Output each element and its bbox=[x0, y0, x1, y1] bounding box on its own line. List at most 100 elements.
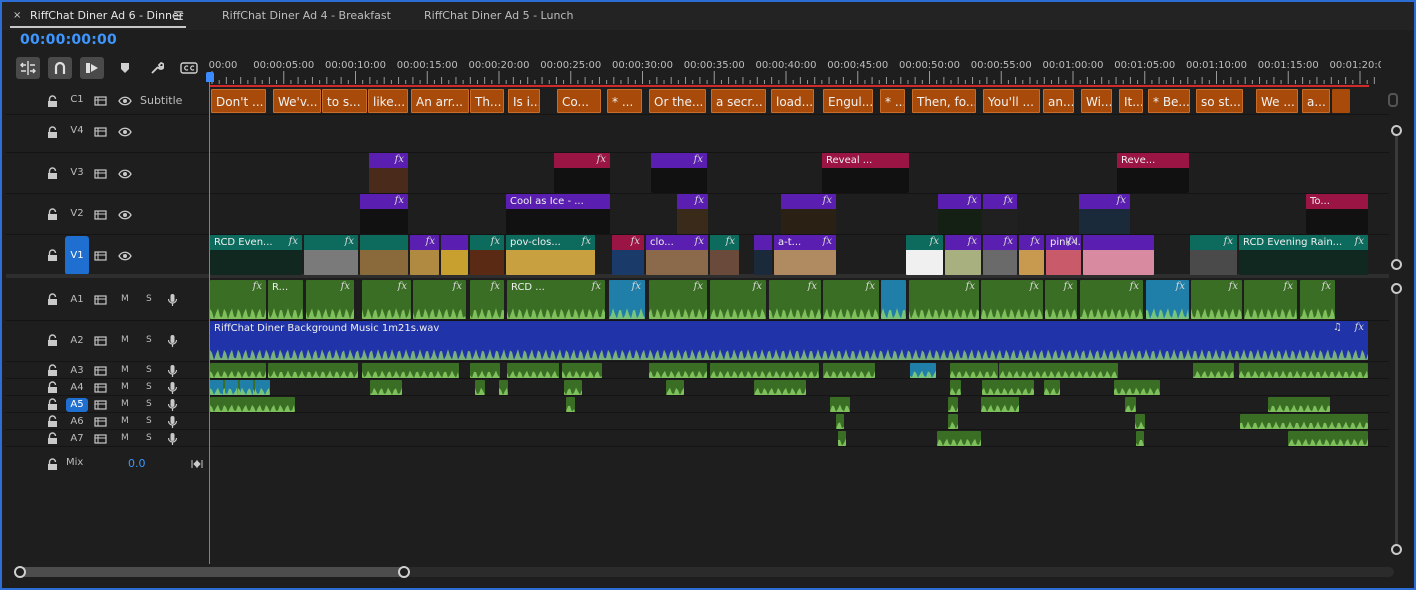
small-audio-clip[interactable] bbox=[948, 414, 958, 429]
lock-icon[interactable] bbox=[47, 398, 58, 411]
film-icon[interactable] bbox=[94, 382, 107, 394]
small-audio-clip[interactable] bbox=[1114, 380, 1160, 395]
film-icon[interactable] bbox=[94, 416, 107, 428]
small-audio-clip[interactable] bbox=[566, 397, 575, 412]
small-audio-clip[interactable] bbox=[475, 380, 485, 395]
solo-button[interactable]: S bbox=[146, 433, 152, 443]
subtitle-clip[interactable]: We ... bbox=[1256, 89, 1298, 113]
subtitle-clip[interactable]: You'll ... bbox=[983, 89, 1040, 113]
lock-icon[interactable] bbox=[47, 293, 58, 306]
v1-video-clip[interactable]: RCD Even... fx bbox=[210, 235, 302, 275]
solo-button[interactable]: S bbox=[146, 365, 152, 375]
audio-scroll-top-knob[interactable] bbox=[1391, 283, 1402, 294]
film-icon[interactable] bbox=[94, 335, 107, 347]
film-icon[interactable] bbox=[94, 168, 107, 180]
mute-button[interactable]: M bbox=[121, 335, 129, 345]
vertical-scrollbars[interactable] bbox=[1391, 122, 1402, 562]
subtitle-clip-tail[interactable] bbox=[1332, 89, 1350, 113]
microphone-icon[interactable] bbox=[167, 334, 178, 348]
track-target-v2[interactable]: V2 bbox=[64, 208, 90, 219]
a1-audio-clip[interactable]: fx bbox=[909, 280, 979, 319]
a1-audio-clip[interactable]: RCD ... fx bbox=[507, 280, 605, 319]
playhead-handle[interactable] bbox=[206, 72, 214, 82]
eye-icon[interactable] bbox=[118, 250, 132, 262]
v1-video-clip[interactable]: fx bbox=[710, 235, 739, 275]
video-clip[interactable]: fx bbox=[938, 194, 981, 234]
a1-audio-clip[interactable]: fx bbox=[710, 280, 766, 319]
mute-button[interactable]: M bbox=[121, 433, 129, 443]
video-scroll-bottom-knob[interactable] bbox=[1391, 259, 1402, 270]
v1-video-clip[interactable] bbox=[360, 235, 408, 275]
subtitle-clip[interactable]: * Be... bbox=[1148, 89, 1190, 113]
solo-button[interactable]: S bbox=[146, 399, 152, 409]
track-target-a3[interactable]: A3 bbox=[66, 364, 88, 378]
small-audio-clip[interactable] bbox=[1125, 397, 1136, 412]
small-audio-clip[interactable] bbox=[948, 397, 958, 412]
a1-audio-clip[interactable]: fx bbox=[769, 280, 821, 319]
small-audio-clip[interactable] bbox=[1135, 414, 1145, 429]
a1-audio-clip[interactable]: fx bbox=[362, 280, 411, 319]
film-icon[interactable] bbox=[94, 294, 107, 306]
solo-button[interactable]: S bbox=[146, 416, 152, 426]
go-to-end-icon[interactable] bbox=[191, 459, 203, 469]
snap-insert-icon[interactable] bbox=[16, 57, 40, 79]
a1-audio-clip[interactable]: fx bbox=[649, 280, 707, 319]
a4-blue-clip[interactable] bbox=[225, 380, 238, 395]
timeline-tracks[interactable]: Don't ... We'v... to s... like... An arr... T… bbox=[209, 88, 1381, 488]
a1-audio-clip[interactable]: fx bbox=[823, 280, 879, 319]
captions-icon[interactable] bbox=[178, 57, 200, 79]
a1-audio-clip[interactable]: fx bbox=[1080, 280, 1143, 319]
hscroll-left-knob[interactable] bbox=[14, 566, 26, 578]
a1-audio-clip[interactable] bbox=[881, 280, 906, 319]
video-clip[interactable]: fx bbox=[651, 153, 707, 193]
v1-video-clip[interactable]: fx bbox=[983, 235, 1017, 275]
lock-icon[interactable] bbox=[47, 381, 58, 394]
v1-video-clip[interactable]: a-t... fx bbox=[774, 235, 836, 275]
video-clip[interactable]: Reveal ... bbox=[822, 153, 909, 193]
lock-icon[interactable] bbox=[47, 249, 58, 262]
microphone-icon[interactable] bbox=[167, 364, 178, 378]
film-icon[interactable] bbox=[94, 433, 107, 445]
microphone-icon[interactable] bbox=[167, 398, 178, 412]
video-clip[interactable]: fx bbox=[360, 194, 408, 234]
mute-button[interactable]: M bbox=[121, 416, 129, 426]
subtitle-clip[interactable]: Co... bbox=[557, 89, 601, 113]
a1-audio-clip[interactable]: fx bbox=[413, 280, 466, 319]
mute-button[interactable]: M bbox=[121, 365, 129, 375]
mix-volume-value[interactable]: 0.0 bbox=[128, 457, 146, 470]
mute-button[interactable]: M bbox=[121, 294, 129, 304]
small-audio-clip[interactable] bbox=[666, 380, 684, 395]
microphone-icon[interactable] bbox=[167, 415, 178, 429]
a1-audio-clip[interactable]: fx bbox=[1244, 280, 1297, 319]
small-audio-clip[interactable] bbox=[754, 380, 806, 395]
video-clip[interactable]: fx bbox=[781, 194, 836, 234]
subtitle-clip[interactable]: like... bbox=[368, 89, 408, 113]
film-icon[interactable] bbox=[94, 95, 107, 107]
subtitle-clip[interactable]: an... bbox=[1043, 89, 1074, 113]
a1-audio-clip[interactable]: fx bbox=[1191, 280, 1242, 319]
small-audio-clip[interactable] bbox=[499, 380, 508, 395]
small-audio-clip[interactable] bbox=[562, 363, 602, 378]
track-target-a1[interactable]: A1 bbox=[66, 293, 88, 307]
v1-video-clip[interactable]: pink-l...fx bbox=[1046, 235, 1081, 275]
a4-blue-clip[interactable] bbox=[210, 380, 223, 395]
a1-audio-clip[interactable]: fx bbox=[1300, 280, 1335, 319]
a1-audio-clip[interactable]: fx bbox=[470, 280, 504, 319]
small-audio-clip[interactable] bbox=[1239, 363, 1368, 378]
solo-button[interactable]: S bbox=[146, 294, 152, 304]
track-target-v4[interactable]: V4 bbox=[64, 125, 90, 136]
small-audio-clip[interactable] bbox=[1288, 431, 1368, 446]
subtitle-scroll-lock-icon[interactable] bbox=[1388, 93, 1398, 107]
v1-video-clip[interactable]: fx bbox=[1190, 235, 1237, 275]
microphone-icon[interactable] bbox=[167, 432, 178, 446]
v1-video-clip[interactable]: clo... fx bbox=[646, 235, 708, 275]
small-audio-clip[interactable] bbox=[838, 431, 846, 446]
small-audio-clip[interactable] bbox=[823, 363, 875, 378]
film-icon[interactable] bbox=[94, 250, 107, 262]
video-clip[interactable]: Reve... bbox=[1117, 153, 1189, 193]
v1-video-clip[interactable]: fx bbox=[410, 235, 439, 275]
a4-blue-clip[interactable] bbox=[255, 380, 270, 395]
microphone-icon[interactable] bbox=[167, 293, 178, 307]
subtitle-clip[interactable]: Don't ... bbox=[211, 89, 266, 113]
lock-icon[interactable] bbox=[47, 415, 58, 428]
